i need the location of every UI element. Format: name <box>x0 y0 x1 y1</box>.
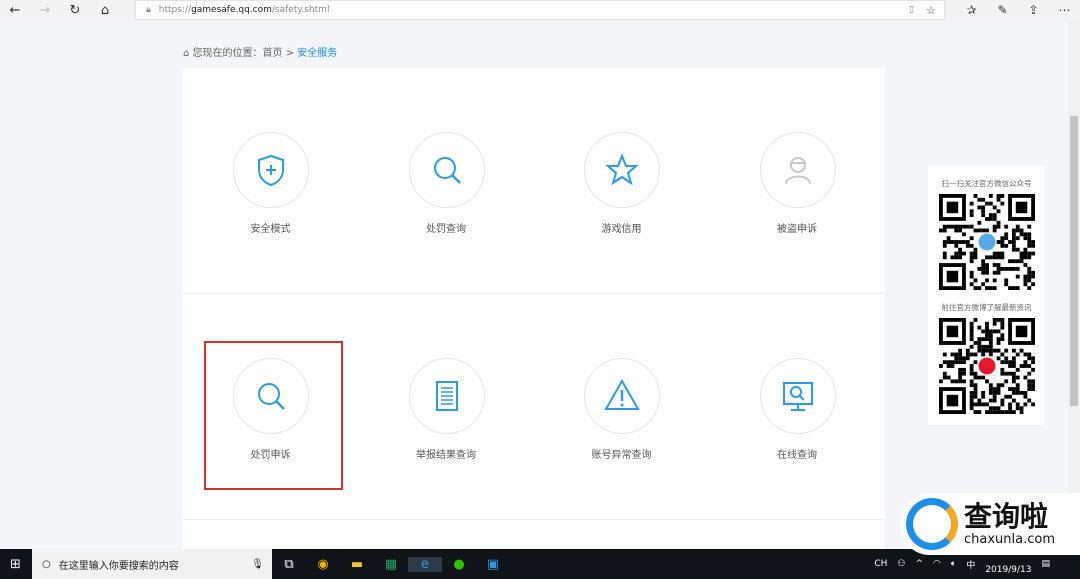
mic-icon[interactable]: 🎙︎ <box>251 559 264 570</box>
breadcrumb: ⌂ 您现在的位置：首页 > 安全服务 <box>183 44 337 59</box>
forward-icon[interactable]: → <box>30 3 60 18</box>
star-icon <box>605 153 639 186</box>
service-user[interactable]: 被盗申诉 <box>710 68 885 294</box>
language-indicator[interactable]: CH <box>874 559 887 569</box>
wechat-icon[interactable]: ● <box>442 557 476 572</box>
document-icon <box>435 381 458 411</box>
service-icon-circle <box>584 358 660 434</box>
notification-icon[interactable]: ▤ <box>1041 559 1050 569</box>
service-label: 账号异常查询 <box>591 450 652 461</box>
lock-icon: 🔒︎ <box>146 5 151 15</box>
service-icon-circle <box>233 132 309 208</box>
edge-icon[interactable]: e <box>408 556 442 572</box>
search-icon <box>433 157 461 184</box>
highlight-box <box>204 341 343 490</box>
service-shield-plus[interactable]: 安全模式 <box>183 68 358 294</box>
taskbar: ⊞ ○ 在这里输入你要搜索的内容 🎙︎ ⧉ ◉ ▬ ▦ e ● ▣ CH ⚇ ^ ◠… <box>0 549 1080 579</box>
service-search[interactable]: 处罚查询 <box>359 68 534 294</box>
search-placeholder: 在这里输入你要搜索的内容 <box>58 560 179 572</box>
home-icon: ⌂ <box>183 48 193 59</box>
tray-expand-icon[interactable]: ^ <box>916 559 924 569</box>
shield-plus-icon <box>258 154 284 187</box>
service-label: 在线查询 <box>777 450 817 461</box>
home-icon[interactable]: ⌂ <box>90 3 120 18</box>
favorites-icon[interactable]: ✰ <box>956 0 987 20</box>
qr-sidebar: 扫一扫关注官方微信公众号 前往官方微博了解最新资讯 <box>928 166 1045 425</box>
excel-icon[interactable]: ▦ <box>374 557 408 572</box>
reading-view-icon[interactable]: ▯ <box>909 5 914 15</box>
pen-icon[interactable]: ✎ <box>987 0 1018 20</box>
breadcrumb-home[interactable]: 首页 <box>263 48 283 59</box>
clock-date: 2019/9/13 <box>985 565 1032 575</box>
service-icon-circle <box>759 358 836 434</box>
breadcrumb-current[interactable]: 安全服务 <box>297 48 337 59</box>
more-icon[interactable]: ⋯ <box>1049 0 1080 20</box>
ime-indicator[interactable]: 中 <box>966 558 975 571</box>
service-label: 游戏信用 <box>601 224 642 235</box>
windows-start-icon[interactable]: ⊞ <box>10 557 21 572</box>
watermark-title: 查询啦 <box>964 499 1049 533</box>
watermark-domain: chaxunla.com <box>964 531 1055 547</box>
service-label: 举报结果查询 <box>416 450 476 461</box>
people-icon[interactable]: ⚇ <box>897 559 905 569</box>
refresh-icon[interactable]: ↻ <box>60 3 90 18</box>
taskbar-search[interactable]: ○ 在这里输入你要搜索的内容 🎙︎ <box>32 549 272 579</box>
share-icon[interactable]: ⇪ <box>1018 0 1049 20</box>
wechat-caption: 扫一扫关注官方微信公众号 <box>941 179 1032 188</box>
url-prefix: https:// <box>158 5 192 15</box>
scrollbar[interactable] <box>1068 21 1080 549</box>
url-path: /safety.shtml <box>271 5 330 15</box>
browser-toolbar: ← → ↻ ⌂ 🔒︎ https://gamesafe.qq.com/safet… <box>0 0 1080 21</box>
favorite-star-icon[interactable]: ☆ <box>926 4 936 17</box>
chrome-icon[interactable]: ◉ <box>306 557 340 572</box>
service-label: 处罚查询 <box>426 224 466 235</box>
volume-icon[interactable]: 🔈︎ <box>951 559 956 569</box>
service-warning[interactable]: 账号异常查询 <box>534 294 709 520</box>
service-monitor-search[interactable]: 在线查询 <box>710 294 885 520</box>
service-icon-circle <box>584 132 660 208</box>
weibo-qr-code <box>938 318 1035 414</box>
url-domain: gamesafe.qq.com <box>191 5 272 15</box>
services-row: 安全模式 处罚查询 游戏信用 被盗申诉 <box>183 68 885 294</box>
file-explorer-icon[interactable]: ▬ <box>340 557 374 572</box>
service-icon-circle <box>408 132 485 208</box>
watermark-logo: 查询啦 chaxunla.com <box>900 493 1080 555</box>
breadcrumb-prefix: 您现在的位置： <box>192 48 263 59</box>
user-icon <box>784 157 811 185</box>
weibo-caption: 前往官方微博了解最新资讯 <box>941 303 1032 312</box>
service-document[interactable]: 举报结果查询 <box>359 294 534 520</box>
tp-icon[interactable]: ▣ <box>476 557 510 572</box>
wechat-qr-code <box>938 194 1035 290</box>
service-icon-circle <box>408 358 485 434</box>
back-icon[interactable]: ← <box>0 3 30 18</box>
task-view-icon[interactable]: ⧉ <box>272 557 306 572</box>
scrollbar-thumb[interactable] <box>1070 116 1078 406</box>
cortana-icon: ○ <box>42 558 51 570</box>
service-star[interactable]: 游戏信用 <box>534 68 709 294</box>
breadcrumb-sep: > <box>282 48 298 59</box>
clock[interactable]: 2019/9/13 <box>985 552 1031 576</box>
service-label: 安全模式 <box>250 224 291 235</box>
address-bar[interactable]: 🔒︎ https://gamesafe.qq.com/safety.shtml … <box>135 0 945 20</box>
service-label: 被盗申诉 <box>777 224 817 235</box>
monitor-search-icon <box>782 382 813 411</box>
wifi-icon[interactable]: ◠ <box>933 559 941 569</box>
service-icon-circle <box>759 132 836 208</box>
watermark-q-icon <box>906 498 958 550</box>
warning-icon <box>604 378 640 410</box>
